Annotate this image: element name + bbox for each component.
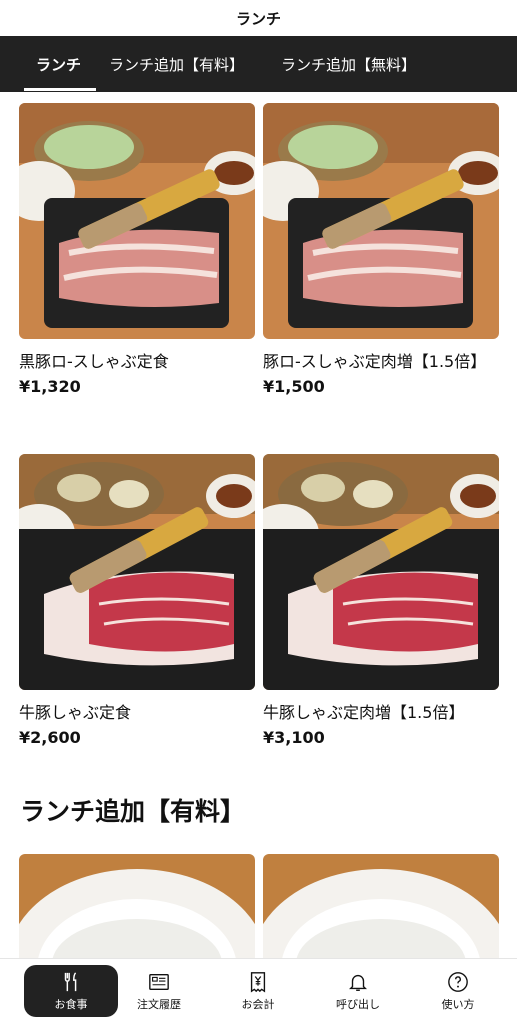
nav-call-staff[interactable]: 呼び出し <box>311 965 405 1017</box>
menu-content[interactable]: 黒豚ロ-スしゃぶ定食 ¥1,320 豚ロ-スしゃぶ定肉増【1.5倍】 ¥1,50… <box>0 92 517 958</box>
menu-item-photo[interactable] <box>263 454 499 690</box>
tab-label: ランチ追加【有料】 <box>109 55 245 74</box>
nav-how-to-use[interactable]: 使い方 <box>411 965 505 1017</box>
app-header: ランチ <box>0 0 517 36</box>
bottom-navigation: お食事 注文履歴 お会計 呼び出し 使い方 <box>0 958 517 1024</box>
category-tabbar: ランチ ランチ追加【有料】 ランチ追加【無料】 <box>0 36 517 92</box>
tab-lunch-addon-paid[interactable]: ランチ追加【有料】 <box>109 36 244 92</box>
menu-item-photo[interactable] <box>19 454 255 690</box>
tab-lunch-addon-free[interactable]: ランチ追加【無料】 <box>281 36 416 92</box>
receipt-list-icon <box>149 973 169 990</box>
page-title: ランチ <box>235 9 281 28</box>
nav-order-history[interactable]: 注文履歴 <box>112 965 206 1017</box>
menu-item-card[interactable]: 牛豚しゃぶ定食 ¥2,600 <box>19 454 255 750</box>
nav-label: 注文履歴 <box>137 997 181 1011</box>
menu-item-price: ¥1,500 <box>263 377 325 396</box>
nav-label: お食事 <box>54 997 88 1011</box>
menu-item-price: ¥1,320 <box>19 377 81 396</box>
menu-item-price: ¥3,100 <box>263 728 325 747</box>
menu-item-name: 牛豚しゃぶ定食 <box>19 703 132 722</box>
menu-item-photo[interactable] <box>263 854 499 958</box>
nav-checkout[interactable]: お会計 <box>211 965 305 1017</box>
menu-item-card[interactable]: 豚ロ-スしゃぶ定肉増【1.5倍】 ¥1,500 <box>263 103 499 399</box>
menu-item-card[interactable]: 黒豚ロ-スしゃぶ定食 ¥1,320 <box>19 103 255 399</box>
nav-label: お会計 <box>241 997 275 1011</box>
nav-meal[interactable]: お食事 <box>24 965 118 1017</box>
menu-item-name: 牛豚しゃぶ定肉増【1.5倍】 <box>263 703 465 722</box>
tab-lunch[interactable]: ランチ <box>36 36 81 92</box>
yen-bill-icon <box>250 971 266 992</box>
section-title: ランチ追加【有料】 <box>20 797 246 826</box>
tab-label: ランチ追加【無料】 <box>281 55 417 74</box>
fork-knife-icon <box>64 971 77 991</box>
menu-item-photo[interactable] <box>263 103 499 339</box>
menu-item-card[interactable]: 牛豚しゃぶ定肉増【1.5倍】 ¥3,100 <box>263 454 499 750</box>
nav-label: 使い方 <box>441 997 475 1011</box>
menu-item-name: 豚ロ-スしゃぶ定肉増【1.5倍】 <box>263 352 487 371</box>
help-circle-icon <box>448 971 468 992</box>
active-tab-indicator <box>24 88 96 91</box>
menu-item-name: 黒豚ロ-スしゃぶ定食 <box>19 352 169 371</box>
bell-icon <box>349 974 367 991</box>
nav-label: 呼び出し <box>336 997 380 1011</box>
menu-item-photo[interactable] <box>19 103 255 339</box>
menu-item-price: ¥2,600 <box>19 728 81 747</box>
menu-item-photo[interactable] <box>19 854 255 958</box>
tab-label: ランチ <box>36 55 82 74</box>
